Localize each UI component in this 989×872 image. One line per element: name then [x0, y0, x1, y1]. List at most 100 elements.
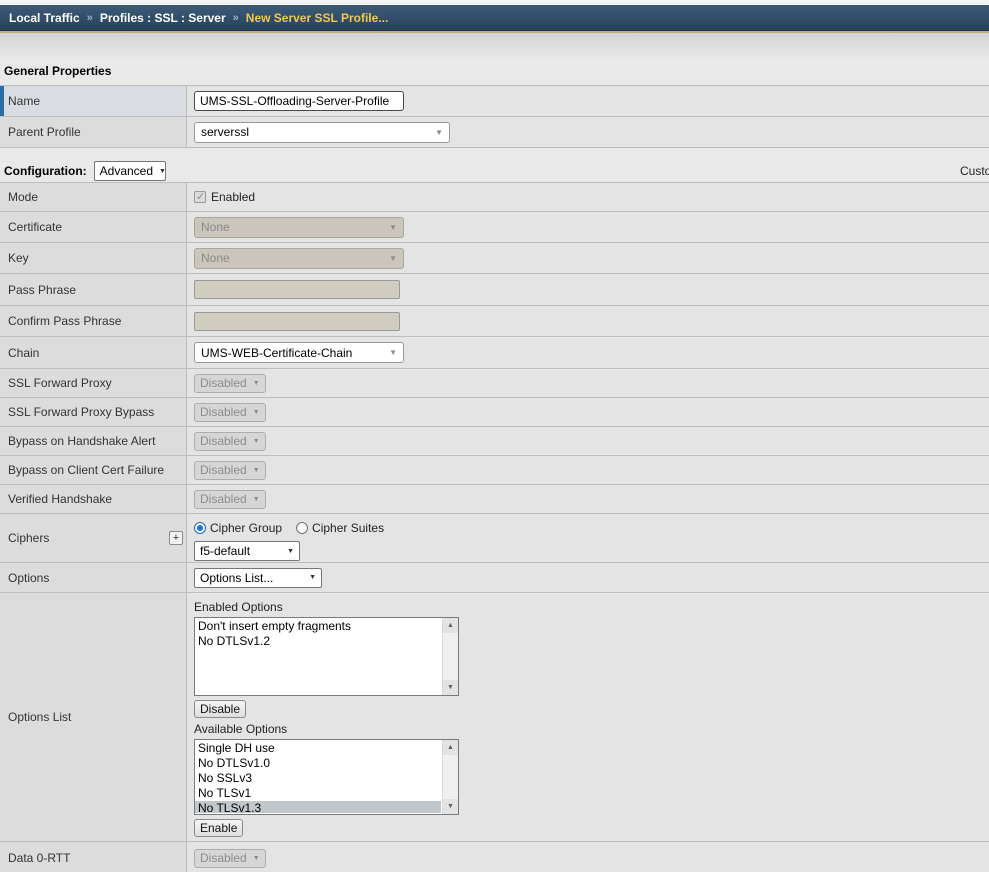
confirm-pass-phrase-label: Confirm Pass Phrase — [8, 314, 121, 328]
table-row-parent-profile: Parent Profile serverssl ▼ — [0, 117, 989, 148]
list-item[interactable]: No DTLSv1.2 — [195, 634, 441, 649]
configuration-label: Configuration: — [4, 164, 87, 178]
cipher-suites-radio-label: Cipher Suites — [312, 521, 384, 535]
name-label-cell: Name — [0, 86, 187, 116]
chevron-down-icon: ▼ — [253, 438, 260, 445]
breadcrumb-path[interactable]: Profiles : SSL : Server — [100, 11, 226, 25]
list-item[interactable]: No TLSv1 — [195, 786, 441, 801]
enabled-options-listbox[interactable]: Don't insert empty fragments No DTLSv1.2… — [194, 617, 459, 696]
parent-profile-label: Parent Profile — [8, 125, 81, 139]
list-item[interactable]: Don't insert empty fragments — [195, 619, 441, 634]
key-select: None ▼ — [194, 248, 404, 269]
list-item[interactable]: No SSLv3 — [195, 771, 441, 786]
table-row-mode: Mode Enabled — [0, 183, 989, 212]
parent-profile-select-value: serverssl — [201, 125, 249, 139]
chevron-down-icon: ▼ — [389, 254, 397, 263]
mode-checkbox — [194, 191, 206, 203]
table-row-ssl-forward-proxy-bypass: SSL Forward Proxy Bypass Disabled ▼ — [0, 398, 989, 427]
chevron-down-icon: ▼ — [253, 409, 260, 416]
certificate-select: None ▼ — [194, 217, 404, 238]
pass-phrase-input — [194, 280, 400, 299]
general-properties-table: Name Parent Profile serverssl ▼ — [0, 85, 989, 148]
certificate-label: Certificate — [8, 220, 62, 234]
chevron-down-icon: ▼ — [253, 380, 260, 387]
cipher-suites-radio[interactable] — [296, 522, 308, 534]
options-list-label: Options List — [8, 710, 71, 724]
options-select[interactable]: Options List... ▼ — [194, 568, 322, 588]
cipher-group-radio-label: Cipher Group — [210, 521, 282, 535]
chevron-down-icon: ▼ — [253, 467, 260, 474]
breadcrumb-separator-icon: » — [233, 12, 239, 24]
table-row-verified-handshake: Verified Handshake Disabled ▼ — [0, 485, 989, 514]
verified-handshake-select: Disabled ▼ — [194, 490, 266, 509]
list-item[interactable]: Single DH use — [195, 741, 441, 756]
bypass-on-handshake-alert-label: Bypass on Handshake Alert — [8, 434, 155, 448]
cipher-group-select[interactable]: f5-default ▼ — [194, 541, 300, 561]
ssl-forward-proxy-select: Disabled ▼ — [194, 374, 266, 393]
table-row-certificate: Certificate None ▼ — [0, 212, 989, 243]
scrollbar[interactable]: ▲ ▼ — [442, 740, 458, 814]
table-row-ciphers: Ciphers + Cipher Group Cipher Suites f5-d… — [0, 514, 989, 563]
bypass-on-handshake-alert-select: Disabled ▼ — [194, 432, 266, 451]
configuration-table: Mode Enabled Certificate None ▼ Key None… — [0, 182, 989, 872]
bypass-on-client-cert-failure-value: Disabled — [200, 463, 247, 477]
breadcrumb: Local Traffic » Profiles : SSL : Server … — [0, 5, 989, 31]
name-label: Name — [8, 94, 40, 108]
disable-button[interactable]: Disable — [194, 700, 246, 718]
options-label: Options — [8, 571, 49, 585]
certificate-select-value: None — [201, 220, 230, 234]
custom-column-header: Custom — [960, 164, 989, 178]
ciphers-label: Ciphers — [8, 531, 49, 545]
spacer — [0, 33, 989, 62]
scroll-up-icon[interactable]: ▲ — [443, 618, 458, 633]
table-row-name: Name — [0, 86, 989, 117]
chain-select[interactable]: UMS-WEB-Certificate-Chain ▼ — [194, 342, 404, 363]
cipher-group-select-value: f5-default — [200, 544, 250, 558]
table-row-bypass-on-client-cert-failure: Bypass on Client Cert Failure Disabled ▼ — [0, 456, 989, 485]
verified-handshake-label: Verified Handshake — [8, 492, 112, 506]
scroll-down-icon[interactable]: ▼ — [443, 799, 458, 814]
scroll-down-icon[interactable]: ▼ — [443, 680, 458, 695]
parent-profile-select[interactable]: serverssl ▼ — [194, 122, 450, 143]
breadcrumb-section[interactable]: Local Traffic — [9, 11, 80, 25]
ssl-forward-proxy-value: Disabled — [200, 376, 247, 390]
pass-phrase-label: Pass Phrase — [8, 283, 76, 297]
ssl-forward-proxy-bypass-select: Disabled ▼ — [194, 403, 266, 422]
name-input[interactable] — [194, 91, 404, 111]
parent-profile-label-cell: Parent Profile — [0, 117, 187, 147]
chevron-down-icon: ▼ — [309, 574, 316, 581]
table-row-chain: Chain UMS-WEB-Certificate-Chain ▼ — [0, 337, 989, 369]
key-label: Key — [8, 251, 29, 265]
chevron-down-icon: ▼ — [159, 168, 166, 175]
mode-checkbox-label: Enabled — [211, 190, 255, 204]
chevron-down-icon: ▼ — [389, 223, 397, 232]
ssl-forward-proxy-label: SSL Forward Proxy — [8, 376, 112, 390]
data-0rtt-value: Disabled — [200, 851, 247, 865]
cipher-group-radio[interactable] — [194, 522, 206, 534]
table-row-key: Key None ▼ — [0, 243, 989, 274]
scroll-up-icon[interactable]: ▲ — [443, 740, 458, 755]
scrollbar[interactable]: ▲ ▼ — [442, 618, 458, 695]
available-options-title: Available Options — [194, 722, 989, 736]
key-select-value: None — [201, 251, 230, 265]
table-row-options-list: Options List Enabled Options Don't inser… — [0, 593, 989, 842]
breadcrumb-separator-icon: » — [87, 12, 93, 24]
data-0rtt-select: Disabled ▼ — [194, 849, 266, 868]
ssl-forward-proxy-bypass-value: Disabled — [200, 405, 247, 419]
enabled-options-title: Enabled Options — [194, 600, 989, 614]
bypass-on-handshake-alert-value: Disabled — [200, 434, 247, 448]
enable-button[interactable]: Enable — [194, 819, 243, 837]
general-properties-title: General Properties — [0, 62, 989, 85]
chain-select-value: UMS-WEB-Certificate-Chain — [201, 346, 352, 360]
list-item[interactable]: No DTLSv1.0 — [195, 756, 441, 771]
chevron-down-icon: ▼ — [435, 128, 443, 137]
list-item-selected[interactable]: No TLSv1.3 — [195, 801, 441, 813]
expand-plus-button[interactable]: + — [169, 531, 183, 545]
configuration-level-value: Advanced — [100, 164, 153, 178]
breadcrumb-current: New Server SSL Profile... — [246, 11, 389, 25]
configuration-header: Configuration: Advanced ▼ Custom — [0, 160, 989, 182]
configuration-level-select[interactable]: Advanced ▼ — [94, 161, 166, 181]
available-options-listbox[interactable]: Single DH use No DTLSv1.0 No SSLv3 No TL… — [194, 739, 459, 815]
data-0rtt-label: Data 0-RTT — [8, 851, 70, 865]
table-row-ssl-forward-proxy: SSL Forward Proxy Disabled ▼ — [0, 369, 989, 398]
